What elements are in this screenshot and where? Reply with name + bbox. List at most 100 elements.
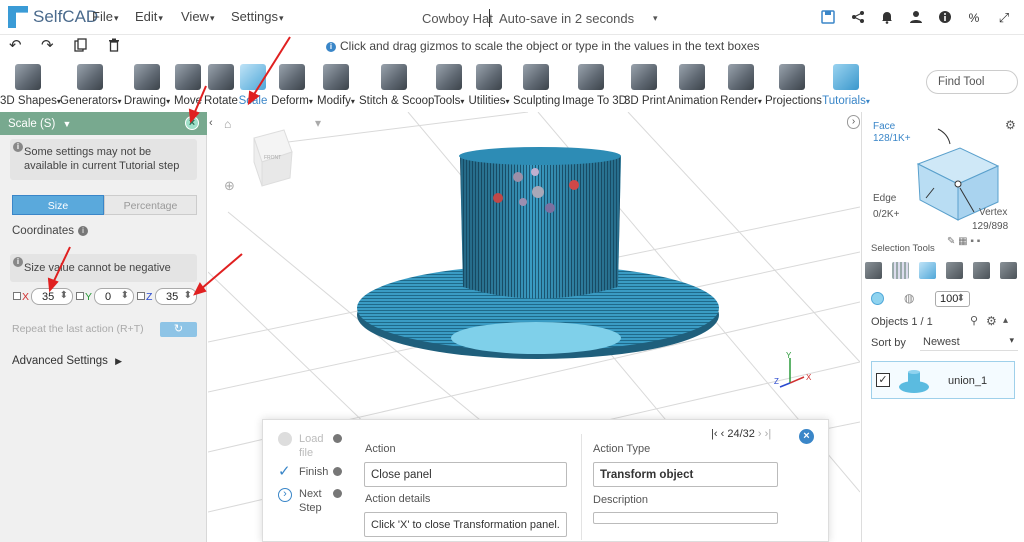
coordinates-info-icon[interactable]: i [78, 226, 89, 236]
coordinates-label: Coordinates i [12, 225, 89, 237]
tool-render[interactable]: Render [720, 58, 762, 112]
select-edge-icon[interactable] [946, 262, 963, 279]
repeat-action-button[interactable]: ↻ [160, 322, 197, 337]
bell-icon[interactable] [879, 10, 895, 26]
tab-percentage[interactable]: Percentage [104, 195, 197, 215]
document-title[interactable]: Cowboy Hat [422, 11, 493, 26]
tutorial-pagination[interactable]: |‹ ‹ 24/32 › ›| [711, 428, 771, 440]
y-size-input[interactable]: 0 [94, 288, 134, 305]
redo-icon[interactable]: ↷ [41, 38, 54, 53]
select-paint-icon[interactable] [1000, 262, 1017, 279]
first-step-icon[interactable]: |‹ [711, 428, 718, 440]
tool-modify[interactable]: Modify [316, 58, 356, 112]
description-field [593, 512, 778, 524]
object-name: union_1 [948, 375, 988, 387]
tool-rotate[interactable]: Rotate [204, 58, 238, 112]
repeat-action-label: Repeat the last action (R+T) [12, 323, 144, 335]
collapse-icon[interactable]: ▼ [63, 119, 72, 129]
scale-panel-header[interactable]: Scale (S) ▼ [0, 112, 207, 135]
tool-drawing[interactable]: Drawing [123, 58, 171, 112]
home-icon[interactable]: ⌂ [224, 117, 231, 131]
menu-file[interactable]: File [92, 9, 118, 24]
object-item-union-1[interactable]: ✓ union_1 [871, 361, 1015, 399]
x-size-input[interactable]: 35 [31, 288, 73, 305]
close-tutorial-icon[interactable]: × [799, 429, 814, 444]
object-visibility-checkbox[interactable]: ✓ [876, 373, 890, 387]
close-panel-button[interactable]: × [185, 116, 199, 130]
menu-settings[interactable]: Settings [231, 9, 284, 24]
load-file-info-icon[interactable] [333, 434, 342, 443]
rotate-icon [208, 64, 234, 90]
autosave-dropdown-icon[interactable]: ▾ [653, 13, 658, 24]
tool-sculpting[interactable]: Sculpting [513, 58, 560, 112]
tool-tutorials[interactable]: Tutorials [822, 58, 870, 112]
step-load-file[interactable]: Load file [299, 432, 323, 460]
next-step-info-icon[interactable] [333, 489, 342, 498]
y-lock-checkbox[interactable] [76, 292, 84, 300]
share-icon[interactable] [850, 10, 866, 26]
x-lock-checkbox[interactable] [13, 292, 21, 300]
tool-generators[interactable]: Generators [60, 58, 120, 112]
copy-icon[interactable] [74, 38, 87, 55]
menu-view[interactable]: View [181, 9, 214, 24]
tool-3d-shapes[interactable]: 3D Shapes [0, 58, 57, 112]
objects-collapse-icon[interactable]: ▴ [1003, 315, 1008, 326]
units-icon[interactable]: % [966, 10, 982, 26]
note-info-icon: i [13, 142, 23, 152]
sort-select[interactable]: Newest ▾ [920, 333, 1018, 351]
tool-3d-print[interactable]: 3D Print [624, 58, 666, 112]
collapse-left-panel-icon[interactable]: ‹ [209, 117, 213, 129]
tool-utilities[interactable]: Utilities [468, 58, 510, 112]
view-cube[interactable]: FRONT [253, 129, 293, 187]
gizmo-handle[interactable] [513, 172, 523, 182]
camera-icon[interactable]: ▾ [315, 116, 321, 130]
prev-step-icon[interactable]: ‹ [721, 428, 725, 440]
find-tool-input[interactable]: Find Tool [926, 70, 1018, 94]
tool-image-to-3d[interactable]: Image To 3D [562, 58, 627, 112]
select-face-icon[interactable] [919, 262, 936, 279]
brush-size-input[interactable]: 100 [935, 291, 970, 307]
tab-size[interactable]: Size [12, 195, 104, 215]
objects-count-label: Objects 1 / 1 [871, 316, 933, 328]
action-field: Close panel [364, 462, 567, 487]
select-vertex-icon[interactable] [973, 262, 990, 279]
info-icon[interactable] [937, 10, 953, 26]
z-lock-checkbox[interactable] [137, 292, 145, 300]
brush-circle-icon[interactable] [871, 292, 884, 305]
tool-tools[interactable]: Tools [432, 58, 466, 112]
objects-settings-icon[interactable]: ⚙ [986, 314, 997, 328]
edge-label: Edge [873, 193, 897, 204]
last-step-icon[interactable]: ›| [765, 428, 772, 440]
selfcad-logo[interactable]: SelfCAD [8, 6, 98, 28]
expand-right-panel-icon[interactable]: › [847, 115, 860, 129]
fullscreen-icon[interactable]: ⤢ [996, 10, 1012, 26]
z-size-input[interactable]: 35 [155, 288, 197, 305]
tool-move[interactable]: Move [173, 58, 203, 112]
tool-projections[interactable]: Projections [765, 58, 822, 112]
tool-stitch-scoop[interactable]: Stitch & Scoop [359, 58, 434, 112]
select-mode-icons[interactable]: ✎ ▦ ▪ ▪ [947, 236, 980, 247]
objects-search-icon[interactable]: ⚲ [970, 314, 978, 327]
select-mesh-icon[interactable] [892, 262, 909, 279]
save-icon[interactable] [820, 10, 836, 26]
pivot-icon[interactable]: ⊕ [224, 178, 235, 194]
tool-scale[interactable]: Scale [238, 58, 268, 112]
advanced-settings-toggle[interactable]: Advanced Settings ▶ [12, 355, 122, 367]
finish-info-icon[interactable] [333, 467, 342, 476]
trash-icon[interactable] [108, 38, 120, 55]
tool-animation[interactable]: Animation [667, 58, 718, 112]
tool-deform[interactable]: Deform [270, 58, 314, 112]
select-object-icon[interactable] [865, 262, 882, 279]
cube-icon [15, 64, 41, 90]
edge-count: 0/2K+ [873, 209, 900, 220]
next-arrow-icon[interactable]: › [758, 428, 762, 440]
tutorials-icon [833, 64, 859, 90]
gizmo-handle-red[interactable] [569, 180, 579, 190]
undo-icon[interactable]: ↶ [9, 38, 22, 53]
brush-sphere-icon[interactable]: ◍ [904, 291, 914, 305]
menu-edit[interactable]: Edit [135, 9, 163, 24]
step-finish[interactable]: Finish [299, 465, 328, 479]
step-next[interactable]: Next Step [299, 487, 329, 515]
main-toolbar: 3D Shapes Generators Drawing Move Rotate… [0, 58, 1024, 112]
user-icon[interactable] [908, 10, 924, 26]
